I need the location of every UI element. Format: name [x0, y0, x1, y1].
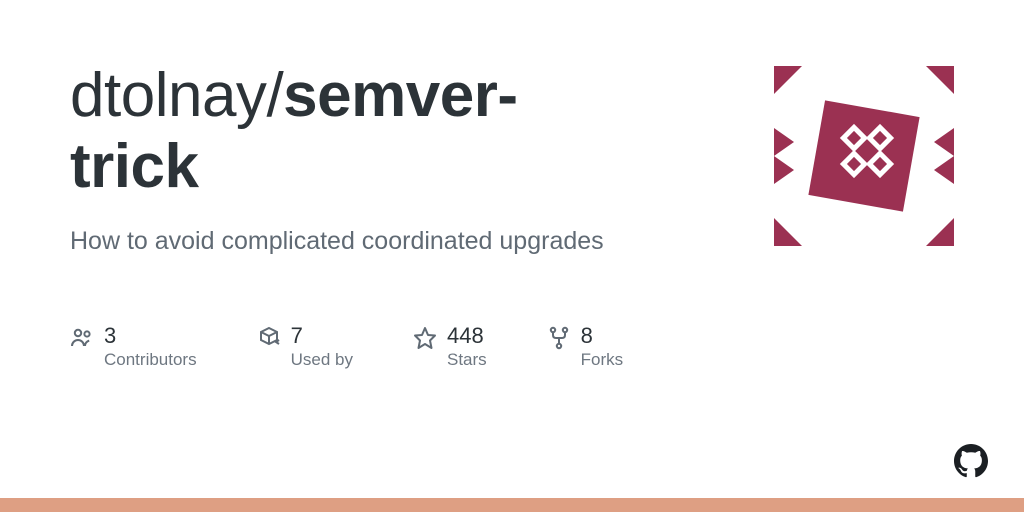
star-icon	[413, 326, 437, 350]
github-logo-icon	[954, 444, 988, 478]
language-segment	[0, 498, 1024, 512]
repo-description: How to avoid complicated coordinated upg…	[70, 227, 774, 256]
stat-forks-label: Forks	[581, 350, 624, 370]
repo-name-hyphen: -	[497, 61, 517, 130]
people-icon	[70, 326, 94, 350]
stat-contributors-label: Contributors	[104, 350, 197, 370]
repo-name-part1: semver	[283, 61, 497, 130]
fork-icon	[547, 326, 571, 350]
stats-row: 3 Contributors 7 Used by	[70, 324, 774, 370]
stat-contributors-value: 3	[104, 324, 197, 348]
stat-usedby-label: Used by	[291, 350, 353, 370]
stat-forks-value: 8	[581, 324, 624, 348]
stat-used-by[interactable]: 7 Used by	[257, 324, 353, 370]
stat-forks[interactable]: 8 Forks	[547, 324, 624, 370]
stat-stars-value: 448	[447, 324, 487, 348]
language-bar	[0, 498, 1024, 512]
repo-name-part2: trick	[70, 132, 198, 201]
stat-usedby-value: 7	[291, 324, 353, 348]
stat-stars-label: Stars	[447, 350, 487, 370]
owner-avatar[interactable]	[774, 66, 954, 246]
repo-separator: /	[266, 61, 283, 130]
package-dependents-icon	[257, 326, 281, 350]
stat-stars[interactable]: 448 Stars	[413, 324, 487, 370]
repo-owner: dtolnay	[70, 61, 266, 130]
stat-contributors[interactable]: 3 Contributors	[70, 324, 197, 370]
repo-title[interactable]: dtolnay/semver- trick	[70, 60, 774, 203]
